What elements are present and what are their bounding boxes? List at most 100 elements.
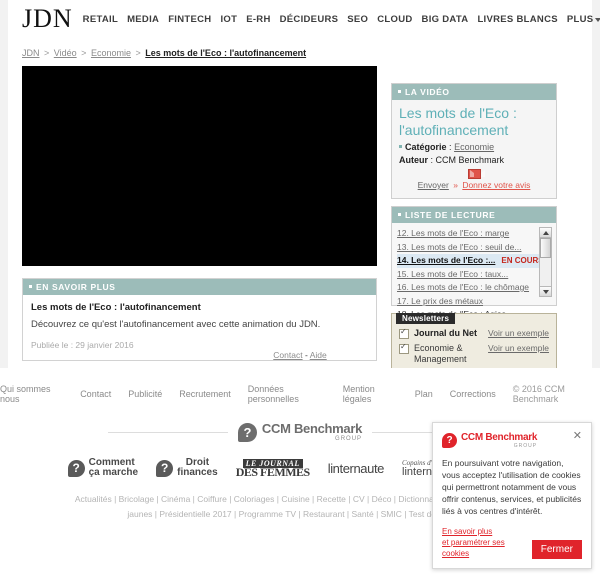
chevron-down-icon <box>595 18 600 22</box>
list-item-active[interactable]: 14. Les mots de l'Eco :... EN COURS <box>397 254 552 268</box>
square-bullet-icon <box>399 145 402 149</box>
breadcrumb: JDN > Vidéo > Economie > Les mots de l'E… <box>8 38 592 64</box>
reading-list-link-15[interactable]: 15. Les mots de l'Eco : taux... <box>397 269 508 279</box>
cookie-banner-brand-sub: GROUP <box>513 443 538 449</box>
voir-exemple-link-1[interactable]: Voir un exemple <box>488 328 549 338</box>
scrollbar-thumb[interactable] <box>540 238 551 258</box>
nav-item-decideurs[interactable]: DÉCIDEURS <box>280 14 339 25</box>
cookie-banner-header: ? CCM Benchmark GROUP ✕ <box>442 431 582 449</box>
video-title: Les mots de l'Eco : l'autofinancement <box>399 105 517 138</box>
video-category-row: Catégorie : Economie <box>399 142 549 152</box>
close-icon[interactable]: ✕ <box>573 431 582 442</box>
nav-item-livres-blancs[interactable]: LIVRES BLANCS <box>477 14 557 25</box>
nav-item-media[interactable]: MEDIA <box>127 14 159 25</box>
contact-link[interactable]: Contact <box>273 350 302 360</box>
footer-link-publicite[interactable]: Publicité <box>128 389 162 399</box>
square-bullet-icon <box>398 213 401 217</box>
reading-list-link-12[interactable]: 12. Les mots de l'Eco : marge <box>397 228 509 238</box>
arrow-icon: » <box>453 180 458 190</box>
nav-item-plus[interactable]: PLUS <box>567 14 600 25</box>
newsletter-row-jdn[interactable]: Journal du Net Voir un exemple <box>399 327 549 339</box>
nav-item-seo[interactable]: SEO <box>347 14 368 25</box>
nav-item-cloud[interactable]: CLOUD <box>377 14 412 25</box>
video-author-row: Auteur : CCM Benchmark <box>399 155 549 165</box>
video-box-header: LA VIDÉO <box>392 84 556 100</box>
en-savoir-plus-title: Les mots de l'Eco : l'autofinancement <box>31 302 201 313</box>
video-info-body: Les mots de l'Eco : l'autofinancement Ca… <box>392 100 556 198</box>
brand-droit-finances[interactable]: ? Droit finances <box>156 458 218 478</box>
footer-link-qui-sommes-nous[interactable]: Qui sommes nous <box>0 384 63 404</box>
brand-linternaute[interactable]: linternaute <box>327 460 385 476</box>
checkbox-journal-du-net[interactable] <box>399 327 409 339</box>
breadcrumb-separator-2: > <box>81 48 87 58</box>
footer-link-mention-legales[interactable]: Mention légales <box>343 384 398 404</box>
breadcrumb-economie[interactable]: Economie <box>91 48 131 58</box>
jdn-logo[interactable]: JDN <box>8 6 83 32</box>
scroll-down-button[interactable] <box>540 286 551 296</box>
nav-item-fintech[interactable]: FINTECH <box>168 14 211 25</box>
reading-list-scrollbar[interactable] <box>539 227 552 297</box>
category-value-link[interactable]: Economie <box>454 142 494 152</box>
reading-list-header-label: LISTE DE LECTURE <box>405 210 496 220</box>
aide-link[interactable]: Aide <box>310 350 327 360</box>
footer-link-corrections[interactable]: Corrections <box>450 389 496 399</box>
footer-link-plan[interactable]: Plan <box>415 389 433 399</box>
breadcrumb-jdn[interactable]: JDN <box>22 48 40 58</box>
give-opinion-link[interactable]: Donnez votre avis <box>462 180 530 190</box>
checkbox-economie-management[interactable] <box>399 342 409 354</box>
author-colon: : <box>430 155 434 165</box>
square-bullet-icon <box>29 285 32 289</box>
category-label: Catégorie <box>405 142 447 152</box>
footer-link-donnees-personnelles[interactable]: Données personnelles <box>248 384 326 404</box>
reading-list-link-16[interactable]: 16. Les mots de l'Eco : le chômage <box>397 282 529 292</box>
ccm-benchmark-name: CCM Benchmark <box>261 421 363 436</box>
breadcrumb-current: Les mots de l'Eco : l'autofinancement <box>145 48 307 58</box>
list-item[interactable]: 17. Le prix des métaux <box>397 295 552 309</box>
cookie-banner-brand: CCM Benchmark <box>461 432 538 443</box>
ccm-benchmark-logo: ? CCM Benchmark GROUP <box>237 421 363 442</box>
nav-item-erh[interactable]: E-RH <box>246 14 270 25</box>
brand-linternaute-label: linternaute <box>327 460 385 476</box>
copyright-text: © 2016 CCM Benchmark <box>512 384 565 404</box>
question-mark-icon: ? <box>156 459 174 477</box>
main-nav: RETAIL MEDIA FINTECH IOT E-RH DÉCIDEURS … <box>83 14 600 25</box>
author-label: Auteur <box>399 155 428 165</box>
video-player[interactable] <box>22 66 377 266</box>
cookie-close-button[interactable]: Fermer <box>531 540 582 559</box>
breadcrumb-separator-1: > <box>44 48 50 58</box>
scroll-up-button[interactable] <box>540 228 551 238</box>
brand-droit-line2: finances <box>177 467 218 478</box>
cookie-banner-footer: En savoir plus et paramétrer ses cookies… <box>442 526 582 559</box>
reading-list-link-17[interactable]: 17. Le prix des métaux <box>397 296 483 306</box>
nav-item-iot[interactable]: IOT <box>220 14 237 25</box>
footer-nav: Qui sommes nous Contact Publicité Recrut… <box>0 368 600 416</box>
newsletter-label-economie-management: Economie & Management <box>414 343 467 364</box>
divider-left <box>107 431 228 433</box>
newsletter-row-economie[interactable]: Economie & Management Voir un exemple <box>399 342 549 365</box>
list-item[interactable]: 13. Les mots de l'Eco : seuil de... <box>397 241 552 255</box>
brand-journal-des-femmes[interactable]: LE JOURNAL DES FEMMES <box>235 459 311 479</box>
footer-link-recrutement[interactable]: Recrutement <box>179 389 231 399</box>
brand-comment-ca-marche[interactable]: ? Comment ça marche <box>67 458 139 478</box>
status-badge: EN COURS <box>501 256 544 265</box>
list-item[interactable]: 15. Les mots de l'Eco : taux... <box>397 268 552 282</box>
cookie-settings-link[interactable]: et paramétrer ses cookies <box>442 537 526 559</box>
footer-link-contact[interactable]: Contact <box>80 389 111 399</box>
list-item[interactable]: 12. Les mots de l'Eco : marge <box>397 227 552 241</box>
site-header: JDN RETAIL MEDIA FINTECH IOT E-RH DÉCIDE… <box>8 0 600 38</box>
reading-list-link-13[interactable]: 13. Les mots de l'Eco : seuil de... <box>397 242 521 252</box>
cookie-banner-text: En poursuivant votre navigation, vous ac… <box>442 458 582 516</box>
breadcrumb-video[interactable]: Vidéo <box>54 48 77 58</box>
send-link[interactable]: Envoyer <box>418 180 449 190</box>
question-mark-icon: ? <box>237 422 257 442</box>
nav-item-bigdata[interactable]: BIG DATA <box>422 14 469 25</box>
reading-list-link-14[interactable]: 14. Les mots de l'Eco :... <box>397 255 495 265</box>
brand-jdf-line2: DES FEMMES <box>235 465 311 479</box>
en-savoir-plus-header: EN SAVOIR PLUS <box>23 279 376 295</box>
voir-exemple-link-2[interactable]: Voir un exemple <box>488 343 549 353</box>
list-item[interactable]: 16. Les mots de l'Eco : le chômage <box>397 281 552 295</box>
brand-ccm-line2: ça marche <box>88 467 139 478</box>
cookie-learn-more-link[interactable]: En savoir plus <box>442 526 526 537</box>
nav-item-retail[interactable]: RETAIL <box>83 14 118 25</box>
newsletter-label-journal-du-net: Journal du Net <box>414 328 478 338</box>
